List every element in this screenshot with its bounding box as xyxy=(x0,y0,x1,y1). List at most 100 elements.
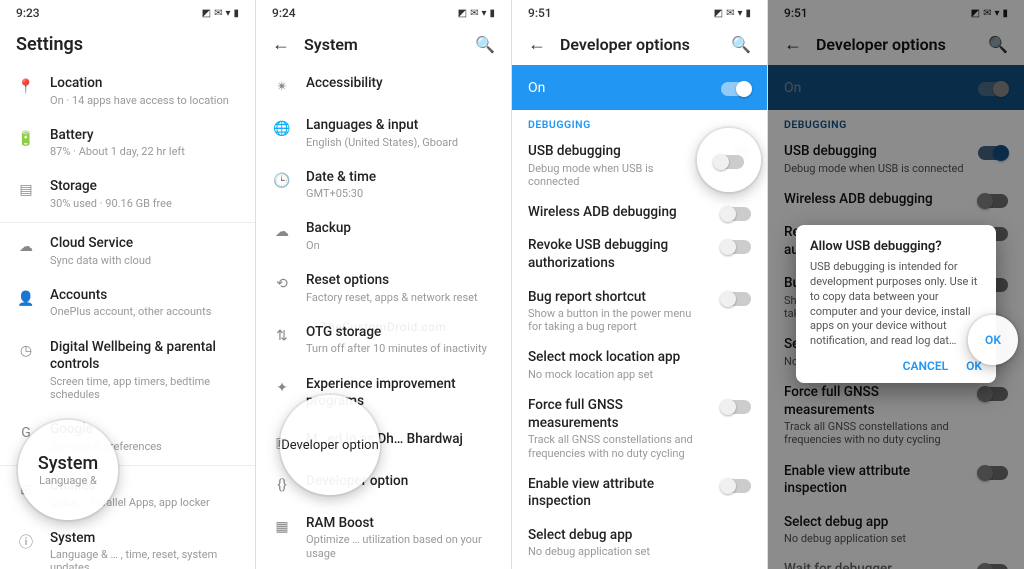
developer-row[interactable]: Revoke USB debugging authorizations xyxy=(512,229,767,280)
status-time: 9:23 xyxy=(16,6,40,20)
highlight-ok: OK xyxy=(968,315,1018,365)
system-row[interactable]: ⟲ Reset options Factory reset, apps & ne… xyxy=(256,262,511,314)
row-sub: English (United States), Gboard xyxy=(306,136,495,149)
toggle[interactable] xyxy=(721,292,751,306)
developer-row[interactable]: Select debug app No debug application se… xyxy=(512,519,767,567)
page-title: Developer options xyxy=(560,35,690,54)
row-title: Cloud Service xyxy=(50,235,239,253)
panel-settings: 9:23 ◩✉▾▮ Settings 📍 Location On · 14 ap… xyxy=(0,0,256,569)
row-title: Location xyxy=(50,75,239,93)
row-icon: ✦ xyxy=(272,378,292,398)
row-title: RAM Boost xyxy=(306,515,495,533)
usb-debugging-toggle-highlight[interactable] xyxy=(714,155,744,169)
page-title: Settings xyxy=(16,34,83,55)
system-row[interactable]: ▦ RAM Boost Optimize … utilization based… xyxy=(256,505,511,569)
system-row[interactable]: ⇅ OTG storage Turn off after 10 minutes … xyxy=(256,314,511,366)
row-icon: ✴ xyxy=(272,77,292,97)
toggle[interactable] xyxy=(721,207,751,221)
developer-row[interactable]: Wireless ADB debugging xyxy=(512,196,767,230)
back-icon[interactable]: ← xyxy=(272,34,290,55)
header: ← System 🔍 xyxy=(256,24,511,65)
row-icon: 🕒 xyxy=(272,171,292,191)
dialog-body: USB debugging is intended for developmen… xyxy=(810,260,982,349)
back-icon[interactable]: ← xyxy=(528,34,546,55)
system-row[interactable]: 🕒 Date & time GMT+05:30 xyxy=(256,159,511,211)
row-title: Force full GNSS measurements xyxy=(528,397,707,432)
row-icon: ⓘ xyxy=(16,532,36,552)
highlight-developer: Developer option xyxy=(280,395,380,495)
row-icon: 🌐 xyxy=(272,119,292,139)
row-icon: ⟲ xyxy=(272,274,292,294)
settings-row[interactable]: 🔋 Battery 87% · About 1 day, 22 hr left xyxy=(0,117,255,169)
row-title: Select debug app xyxy=(528,527,751,545)
settings-row[interactable]: ☁ Cloud Service Sync data with cloud xyxy=(0,225,255,277)
row-icon: ☁ xyxy=(16,237,36,257)
row-title: Bug report shortcut xyxy=(528,289,707,307)
usb-debugging-dialog: Allow USB debugging? USB debugging is in… xyxy=(796,225,996,383)
row-title: Reset options xyxy=(306,272,495,290)
row-sub: Sync data with cloud xyxy=(50,254,239,267)
developer-row[interactable]: Bug report shortcut Show a button in the… xyxy=(512,281,767,342)
settings-row[interactable]: 👤 Accounts OnePlus account, other accoun… xyxy=(0,277,255,329)
highlight-system: System Language & xyxy=(18,420,118,520)
system-row[interactable]: ✴ Accessibility xyxy=(256,65,511,107)
developer-row[interactable]: Select mock location app No mock locatio… xyxy=(512,341,767,389)
status-time: 9:51 xyxy=(528,6,552,20)
dialog-title: Allow USB debugging? xyxy=(810,239,982,254)
row-sub: Optimize … utilization based on your usa… xyxy=(306,533,495,559)
panel-system: 9:24 ◩✉▾▮ ← System 🔍 ✴ Accessibility 🌐 L… xyxy=(256,0,512,569)
developer-row[interactable]: Enable view attribute inspection xyxy=(512,468,767,519)
row-icon: {} xyxy=(272,475,292,495)
row-title: System xyxy=(50,530,239,548)
row-title: Revoke USB debugging authorizations xyxy=(528,237,707,272)
cancel-button[interactable]: CANCEL xyxy=(903,359,948,373)
row-title: Languages & input xyxy=(306,117,495,135)
status-bar: 9:51 ◩✉▾▮ xyxy=(512,0,767,24)
page-title: System xyxy=(304,35,358,54)
row-icon: ☁ xyxy=(272,222,292,242)
row-title: Enable view attribute inspection xyxy=(528,476,707,511)
row-sub: Language & … , time, reset, system updat… xyxy=(50,548,239,569)
row-sub: OnePlus account, other accounts xyxy=(50,305,239,318)
row-title: Date & time xyxy=(306,169,495,187)
row-title: Battery xyxy=(50,127,239,145)
system-row[interactable]: ☁ Backup On xyxy=(256,210,511,262)
search-icon[interactable]: 🔍 xyxy=(475,35,495,54)
system-row[interactable]: 🌐 Languages & input English (United Stat… xyxy=(256,107,511,159)
panel-developer-dialog: 9:51 ◩✉▾▮ ← Developer options 🔍 On DEBUG… xyxy=(768,0,1024,569)
header: ← Developer options 🔍 xyxy=(512,24,767,65)
row-icon: ▦ xyxy=(272,517,292,537)
row-icon: 📍 xyxy=(16,77,36,97)
toggle[interactable] xyxy=(721,400,751,414)
search-icon[interactable]: 🔍 xyxy=(731,35,751,54)
toggle[interactable] xyxy=(721,479,751,493)
master-toggle-banner[interactable]: On xyxy=(512,65,767,110)
settings-row[interactable]: ◷ Digital Wellbeing & parental controls … xyxy=(0,329,255,411)
status-time: 9:24 xyxy=(272,6,296,20)
row-sub: Factory reset, apps & network reset xyxy=(306,291,495,304)
row-sub: GMT+05:30 xyxy=(306,187,495,200)
row-title: Accessibility xyxy=(306,75,495,93)
settings-row[interactable]: ⓘ System Language & … , time, reset, sys… xyxy=(0,520,255,569)
status-icons: ◩✉▾▮ xyxy=(202,8,239,19)
row-title: Digital Wellbeing & parental controls xyxy=(50,339,239,374)
row-title: Select mock location app xyxy=(528,349,751,367)
toggle[interactable] xyxy=(721,240,751,254)
status-bar: 9:24 ◩✉▾▮ xyxy=(256,0,511,24)
row-title: Wireless ADB debugging xyxy=(528,204,707,222)
row-icon: ▤ xyxy=(16,180,36,200)
row-title: Storage xyxy=(50,178,239,196)
master-toggle[interactable] xyxy=(721,82,751,96)
row-icon: ◷ xyxy=(16,341,36,361)
developer-row[interactable]: Force full GNSS measurements Track all G… xyxy=(512,389,767,467)
row-title: OTG storage xyxy=(306,324,495,342)
row-icon: 🔋 xyxy=(16,129,36,149)
row-sub: 87% · About 1 day, 22 hr left xyxy=(50,145,239,158)
settings-row[interactable]: 📍 Location On · 14 apps have access to l… xyxy=(0,65,255,117)
settings-row[interactable]: ▤ Storage 30% used · 90.16 GB free xyxy=(0,168,255,220)
panel-developer: 9:51 ◩✉▾▮ ← Developer options 🔍 On DEBUG… xyxy=(512,0,768,569)
row-sub: Turn off after 10 minutes of inactivity xyxy=(306,342,495,355)
row-sub: Debug mode when USB is connected xyxy=(528,162,707,188)
status-icons: ◩✉▾▮ xyxy=(714,8,751,19)
row-sub: Track all GNSS constellations and freque… xyxy=(528,433,707,459)
